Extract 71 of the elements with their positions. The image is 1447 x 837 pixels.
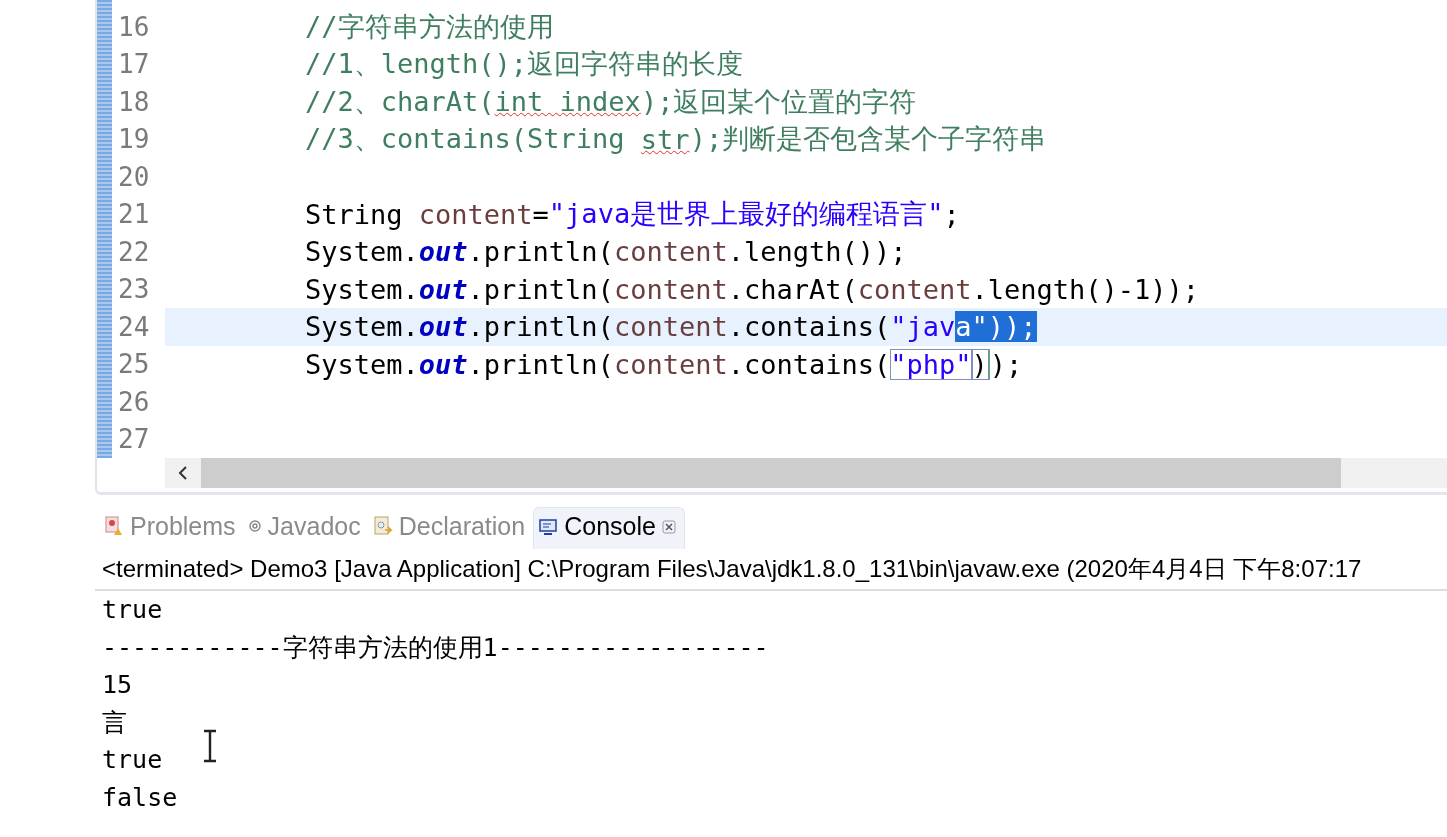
document-icon <box>372 515 393 537</box>
code-token: a" <box>955 311 988 343</box>
line-number: 20 <box>117 161 151 192</box>
code-token: content <box>418 198 533 230</box>
code-token: );判断是否包含某个子字符串 <box>689 122 1047 157</box>
code-token: //3、contains(String <box>305 122 626 157</box>
line-number: 21 <box>117 199 151 230</box>
monitor-icon <box>538 516 559 537</box>
code-token: System. <box>305 311 419 343</box>
code-token: str <box>640 123 690 155</box>
code-editor[interactable] <box>95 0 1447 495</box>
code-token: content <box>613 273 728 305</box>
code-token: System. <box>305 236 419 268</box>
console-output-line: true <box>101 594 163 626</box>
line-number: 22 <box>117 236 151 267</box>
scroll-left-icon[interactable] <box>177 465 189 481</box>
code-token: content <box>857 273 972 305</box>
code-token: = <box>532 198 549 230</box>
code-token: .charAt( <box>727 273 858 305</box>
code-token: ; <box>943 198 960 230</box>
code-token: out <box>418 236 468 268</box>
console-output-line: 言 <box>101 706 127 739</box>
code-token: ); <box>989 348 1023 380</box>
panel-tab[interactable]: Javadoc <box>243 507 369 549</box>
code-token: content <box>613 236 728 268</box>
code-token: System. <box>305 273 419 305</box>
code-token: ) <box>971 348 990 380</box>
line-number: 23 <box>117 274 151 305</box>
code-token: .length()); <box>727 236 907 268</box>
code-token: .contains( <box>727 348 891 380</box>
problems-icon <box>104 515 124 537</box>
code-token: out <box>418 273 468 305</box>
code-token: String <box>305 198 404 230</box>
code-token: )); <box>987 311 1037 343</box>
text-cursor-icon <box>201 729 219 763</box>
line-number: 27 <box>117 424 151 455</box>
code-token: .println( <box>467 311 614 343</box>
code-token: );返回某个位置的字符 <box>640 84 917 119</box>
close-icon[interactable] <box>661 519 676 534</box>
line-number: 26 <box>117 386 151 417</box>
code-token: //字符串方法的使用 <box>305 9 554 44</box>
code-token: .contains( <box>727 311 891 343</box>
code-token: .println( <box>467 348 614 380</box>
code-token: int index <box>494 86 641 118</box>
line-number: 18 <box>117 86 151 117</box>
code-token: "jav <box>890 311 956 343</box>
code-token: "java是世界上最好的编程语言" <box>548 197 944 232</box>
code-token: //2、charAt( <box>305 84 495 119</box>
code-token: .length()-1)); <box>971 273 1200 305</box>
code-token: "php" <box>890 348 972 380</box>
code-token: .println( <box>467 236 614 268</box>
console-output-line: true <box>101 744 163 776</box>
panel-tab[interactable]: Problems <box>100 507 244 549</box>
panel-tab[interactable]: Declaration <box>368 507 534 549</box>
console-status: <terminated> Demo3 [Java Application] C:\Program Files\Java\jdk1.8.0_131\bin\javaw.exe (2020年4月4日 下午8:07:17 <box>95 549 1447 591</box>
code-token: System. <box>305 348 419 380</box>
console-output-line: false <box>101 781 178 814</box>
console-output-line: 15 <box>101 669 133 701</box>
code-token: .println( <box>467 273 614 305</box>
line-number: 17 <box>117 49 151 80</box>
code-token: out <box>418 348 468 380</box>
code-token: content <box>613 311 728 343</box>
panel-tab[interactable]: Console <box>533 507 685 549</box>
code-token: content <box>613 348 728 380</box>
console-output-line: ------------字符串方法的使用1------------------ <box>101 631 769 664</box>
code-token: out <box>418 311 468 343</box>
line-number: 25 <box>117 349 151 380</box>
line-number: 16 <box>117 11 151 42</box>
code-token: //1、length();返回字符串的长度 <box>305 47 744 82</box>
line-number: 19 <box>117 124 151 155</box>
line-number: 24 <box>117 311 151 342</box>
